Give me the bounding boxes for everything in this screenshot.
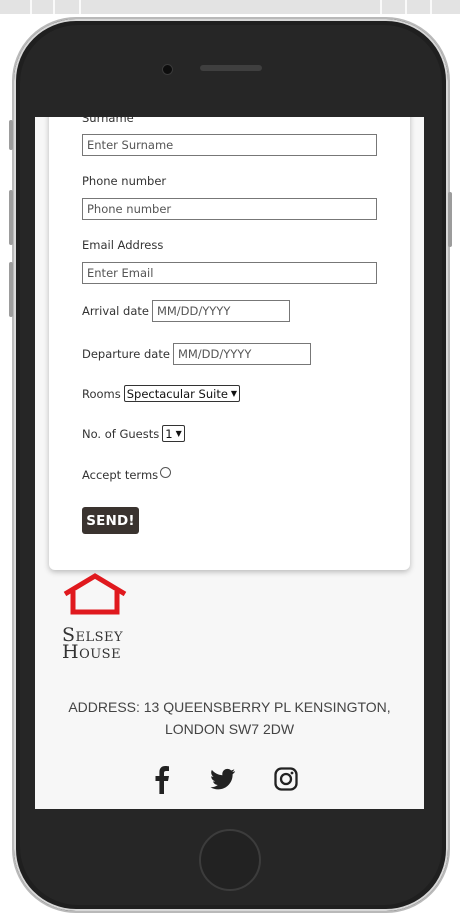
email-input[interactable]: Enter Email xyxy=(82,262,377,284)
surname-input[interactable]: Enter Surname xyxy=(82,134,377,156)
phone-power-button xyxy=(448,192,452,247)
house-logo-icon xyxy=(63,573,127,615)
send-button[interactable]: SEND! xyxy=(82,507,139,534)
phone-speaker xyxy=(200,65,262,71)
phone-input[interactable]: Phone number xyxy=(82,198,377,220)
chevron-down-icon: ▼ xyxy=(175,429,182,438)
booking-form: Surname Enter Surname Phone number Phone… xyxy=(49,117,410,570)
instagram-icon[interactable] xyxy=(274,764,298,794)
facebook-icon[interactable] xyxy=(151,764,173,794)
phone-camera xyxy=(162,64,173,75)
guests-label: No. of Guests xyxy=(82,426,160,441)
guests-row: No. of Guests 1 ▼ xyxy=(82,425,185,442)
phone-home-button[interactable] xyxy=(199,829,261,891)
guests-selected-value: 1 xyxy=(165,426,173,441)
departure-date-input[interactable]: MM/DD/YYYY xyxy=(172,343,311,365)
twitter-icon[interactable] xyxy=(210,764,236,794)
address-line-2: LONDON SW7 2DW xyxy=(164,721,295,737)
accept-terms-radio[interactable] xyxy=(160,466,172,478)
departure-label: Departure date xyxy=(82,347,170,361)
address-line-1: ADDRESS: 13 QUEENSBERRY PL KENSINGTON, xyxy=(68,699,391,715)
departure-row: Departure date MM/DD/YYYY xyxy=(82,343,311,365)
arrival-row: Arrival date MM/DD/YYYY xyxy=(82,300,290,322)
phone-label: Phone number xyxy=(82,174,167,188)
guests-select[interactable]: 1 ▼ xyxy=(162,425,185,442)
chevron-down-icon: ▼ xyxy=(230,389,238,398)
arrival-date-input[interactable]: MM/DD/YYYY xyxy=(151,300,290,322)
logo-text-house: House xyxy=(62,641,122,663)
phone-volume-up xyxy=(9,190,13,245)
rooms-label: Rooms xyxy=(82,386,121,401)
phone-screen: Surname Enter Surname Phone number Phone… xyxy=(35,117,424,809)
phone-side-button xyxy=(9,120,13,150)
terms-label: Accept terms xyxy=(82,468,159,482)
email-label: Email Address xyxy=(82,238,164,252)
phone-volume-down xyxy=(9,262,13,317)
address: ADDRESS: 13 QUEENSBERRY PL KENSINGTON, L… xyxy=(35,696,424,740)
rooms-select[interactable]: Spectacular Suite ▼ xyxy=(123,385,241,402)
rooms-selected-value: Spectacular Suite xyxy=(126,386,228,401)
rooms-row: Rooms Spectacular Suite ▼ xyxy=(82,385,241,402)
surname-label: Surname xyxy=(82,117,134,125)
arrival-label: Arrival date xyxy=(82,304,149,318)
browser-top-strip xyxy=(0,0,460,14)
terms-row: Accept terms xyxy=(82,466,172,482)
